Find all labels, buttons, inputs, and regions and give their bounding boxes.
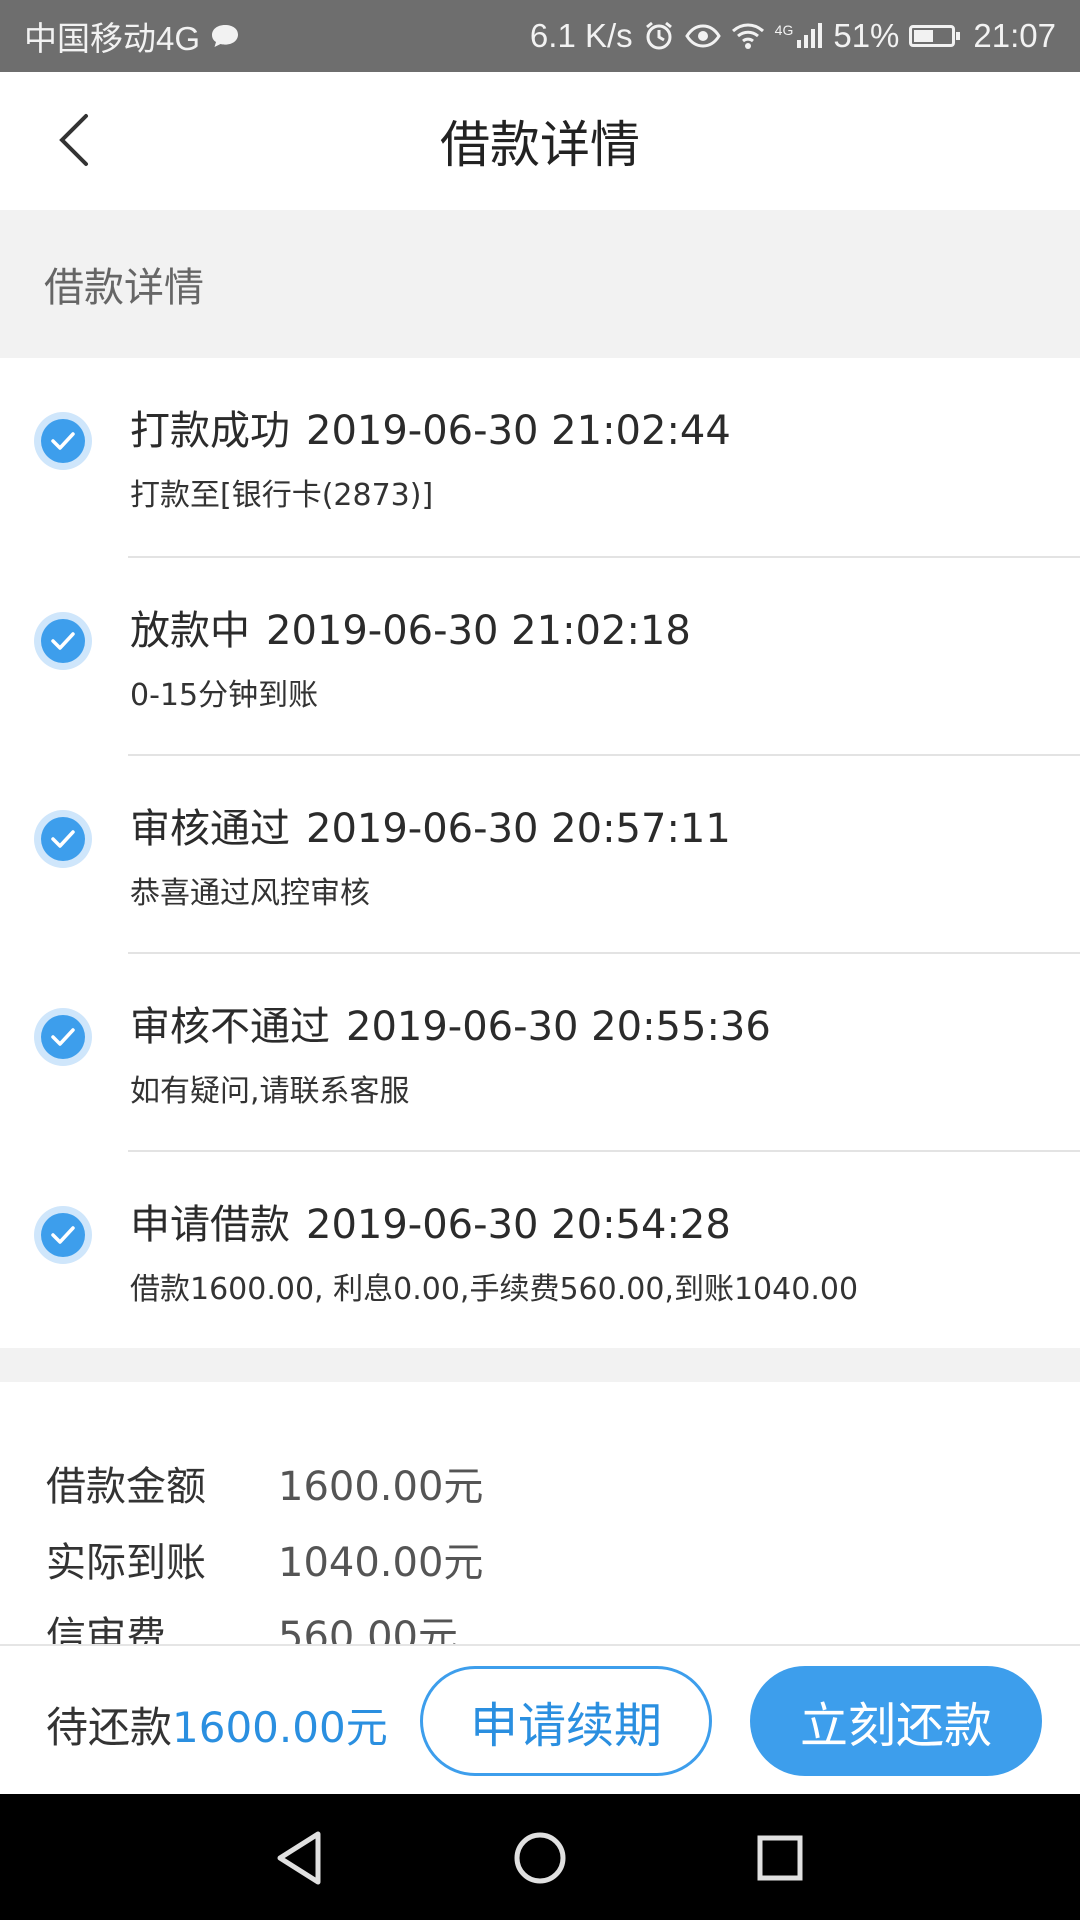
section-gap	[0, 1348, 1080, 1382]
back-button[interactable]	[48, 110, 108, 170]
timeline-time: 2019-06-30 20:55:36	[346, 1004, 771, 1050]
timeline-item: 审核通过 2019-06-30 20:57:11 恭喜通过风控审核	[0, 756, 1080, 954]
timeline-item: 打款成功 2019-06-30 21:02:44 打款至[银行卡(2873)]	[0, 358, 1080, 558]
repay-now-button[interactable]: 立刻还款	[750, 1666, 1042, 1776]
pending-repayment: 待还款1600.00元	[46, 1694, 388, 1755]
timeline-status: 审核不通过	[130, 1004, 330, 1050]
wifi-icon	[731, 22, 765, 50]
system-home-icon[interactable]	[508, 1826, 572, 1890]
timeline-time: 2019-06-30 20:57:11	[306, 806, 731, 852]
timeline-item: 放款中 2019-06-30 21:02:18 0-15分钟到账	[0, 558, 1080, 756]
battery-percent: 51%	[833, 17, 900, 54]
system-nav-bar	[0, 1794, 1080, 1920]
summary-label: 实际到账	[46, 1540, 206, 1586]
timeline-title: 申请借款 2019-06-30 20:54:28	[130, 1192, 731, 1250]
timeline-status: 申请借款	[130, 1202, 290, 1248]
status-bar: 中国移动4G 6.1 K/s 4G 51% 21:07	[0, 0, 1080, 72]
timeline-time: 2019-06-30 21:02:44	[306, 408, 731, 454]
loan-summary: 借款金额 1600.00元 实际到账 1040.00元 信审费 560.00元	[0, 1382, 1080, 1644]
renew-button[interactable]: 申请续期	[420, 1666, 712, 1776]
timeline-time: 2019-06-30 21:02:18	[266, 608, 691, 654]
timeline-desc: 0-15分钟到账	[130, 678, 319, 713]
timeline-title: 放款中 2019-06-30 21:02:18	[130, 598, 691, 656]
battery-fill	[914, 30, 933, 42]
action-bar: 待还款1600.00元 申请续期 立刻还款	[0, 1644, 1080, 1794]
section-header: 借款详情	[0, 210, 1080, 358]
check-circle-icon	[34, 612, 92, 670]
check-circle-icon	[34, 810, 92, 868]
summary-value: 560.00元	[278, 1614, 458, 1644]
timeline-title: 打款成功 2019-06-30 21:02:44	[130, 398, 731, 456]
timeline-desc: 如有疑问,请联系客服	[130, 1074, 410, 1109]
timeline-desc: 打款至[银行卡(2873)]	[130, 478, 434, 513]
system-recents-icon[interactable]	[748, 1826, 812, 1890]
status-time: 21:07	[973, 17, 1056, 54]
timeline-desc: 借款1600.00, 利息0.00,手续费560.00,到账1040.00	[130, 1272, 859, 1307]
system-back-icon[interactable]	[268, 1826, 332, 1890]
timeline-status: 打款成功	[130, 408, 290, 454]
summary-value: 1600.00元	[278, 1464, 484, 1510]
status-bar-left: 中国移动4G	[24, 12, 240, 60]
status-bar-right: 6.1 K/s 4G 51% 21:07	[530, 17, 1056, 55]
timeline-status: 审核通过	[130, 806, 290, 852]
carrier-label: 中国移动4G	[24, 20, 201, 57]
chevron-left-icon	[59, 114, 88, 166]
summary-row: 实际到账 1040.00元	[46, 1530, 483, 1588]
summary-value: 1040.00元	[278, 1540, 484, 1586]
section-title: 借款详情	[44, 265, 204, 311]
timeline-title: 审核不通过 2019-06-30 20:55:36	[130, 994, 771, 1052]
loan-timeline: 打款成功 2019-06-30 21:02:44 打款至[银行卡(2873)] 放…	[0, 358, 1080, 1348]
network-type: 4G	[774, 22, 794, 38]
timeline-status: 放款中	[130, 608, 250, 654]
message-icon	[210, 23, 240, 49]
timeline-item: 申请借款 2019-06-30 20:54:28 借款1600.00, 利息0.0…	[0, 1152, 1080, 1350]
nav-bar: 借款详情	[0, 72, 1080, 210]
battery-icon	[909, 25, 961, 47]
timeline-item: 审核不通过 2019-06-30 20:55:36 如有疑问,请联系客服	[0, 954, 1080, 1152]
summary-row: 借款金额 1600.00元	[46, 1454, 483, 1512]
check-circle-icon	[34, 1008, 92, 1066]
summary-label: 借款金额	[46, 1464, 206, 1510]
pending-amount: 1600.00元	[172, 1703, 388, 1752]
timeline-time: 2019-06-30 20:54:28	[306, 1202, 731, 1248]
summary-row: 信审费 560.00元	[46, 1604, 458, 1644]
eye-icon	[684, 24, 721, 48]
page-title: 借款详情	[440, 116, 640, 174]
check-circle-icon	[34, 412, 92, 470]
network-speed: 6.1 K/s	[529, 17, 633, 54]
check-circle-icon	[34, 1206, 92, 1264]
timeline-desc: 恭喜通过风控审核	[130, 876, 370, 911]
signal-icon: 4G	[775, 22, 824, 50]
summary-label: 信审费	[46, 1614, 166, 1644]
timeline-title: 审核通过 2019-06-30 20:57:11	[130, 796, 731, 854]
alarm-icon	[643, 20, 675, 52]
pending-label: 待还款	[46, 1703, 173, 1752]
